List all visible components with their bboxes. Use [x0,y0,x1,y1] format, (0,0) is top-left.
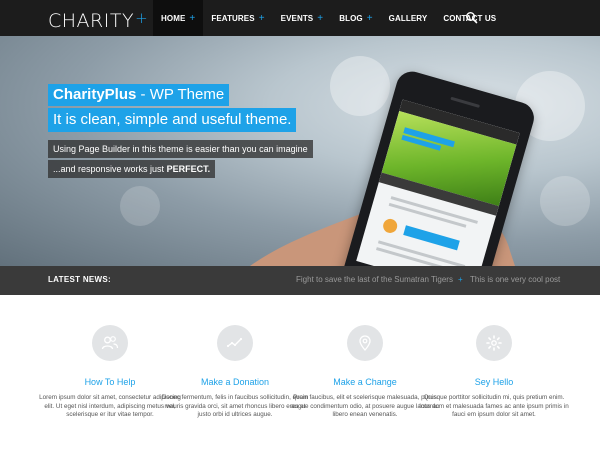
features-section: How To Help Lorem ipsum dolor sit amet, … [0,295,600,450]
nav-plus-icon: + [189,12,196,24]
feature-text: Donec fermentum, felis in faucibus solli… [161,394,309,418]
hero-caption-2: ...and responsive works just PERFECT. [48,160,216,178]
logo-text: CHARITY [48,10,135,32]
latest-news-bar: LATEST NEWS: Fight to save the last of t… [0,266,600,295]
users-icon[interactable] [92,325,128,361]
news-ticker-item[interactable]: Fight to save the last of the Sumatran T… [296,275,463,284]
hero-caption-2-text: ...and responsive works just [53,164,167,174]
site-logo[interactable]: CHARITY+ [48,7,148,32]
search-icon[interactable] [465,11,479,25]
site-header: CHARITY+ HOME + FEATURES + EVENTS + BLOG + G… [0,0,600,36]
hero-title: CharityPlus - WP Theme [48,84,230,106]
feature-text: Quisque porttitor sollicitudin mi, quis … [419,394,569,418]
nav-gallery[interactable]: GALLERY [381,0,436,36]
screen-icon [381,217,399,235]
feature-title[interactable]: Make a Change [290,377,440,387]
hero-subtitle: It is clean, simple and useful theme. [48,108,297,132]
feature-make-a-donation: Make a Donation Donec fermentum, felis i… [160,325,310,420]
main-nav: HOME + FEATURES + EVENTS + BLOG + GALLERY CO… [153,0,504,36]
hero-title-brand: CharityPlus [53,86,137,103]
feature-sey-hello: Sey Hello Quisque porttitor sollicitudin… [419,325,569,420]
feature-text: Proin faucibus, elit et scelerisque male… [290,394,440,418]
nav-home[interactable]: HOME + [153,0,204,36]
hero-title-suffix: - WP Theme [136,86,225,103]
gear-icon[interactable] [476,325,512,361]
feature-make-a-change: Make a Change Proin faucibus, elit et sc… [290,325,440,420]
plus-icon: + [457,275,463,284]
nav-plus-icon: + [258,12,265,24]
latest-news-label: LATEST NEWS: [48,275,112,284]
nav-label: HOME [161,13,186,23]
feature-title[interactable]: Sey Hello [419,377,569,387]
screen-button [403,225,460,251]
hero-slider: CharityPlus - WP Theme It is clean, simp… [0,36,600,266]
map-pin-icon[interactable] [347,325,383,361]
nav-label: BLOG [339,13,363,23]
nav-plus-icon: + [317,12,324,24]
news-ticker-item[interactable]: This is one very cool post [470,275,560,284]
nav-blog[interactable]: BLOG + [331,0,380,36]
hero-caption-2-bold: PERFECT. [166,164,211,174]
chart-line-icon[interactable] [217,325,253,361]
logo-plus: + [135,9,149,27]
nav-plus-icon: + [366,12,373,24]
nav-label: EVENTS [280,13,314,23]
feature-title[interactable]: Make a Donation [160,377,310,387]
nav-events[interactable]: EVENTS + [273,0,332,36]
hero-caption-1: Using Page Builder in this theme is easi… [48,140,313,158]
nav-label: FEATURES [211,13,255,23]
news-item-text: Fight to save the last of the Sumatran T… [296,275,453,284]
nav-label: GALLERY [388,13,428,23]
phone-speaker [450,96,480,108]
nav-features[interactable]: FEATURES + [203,0,272,36]
